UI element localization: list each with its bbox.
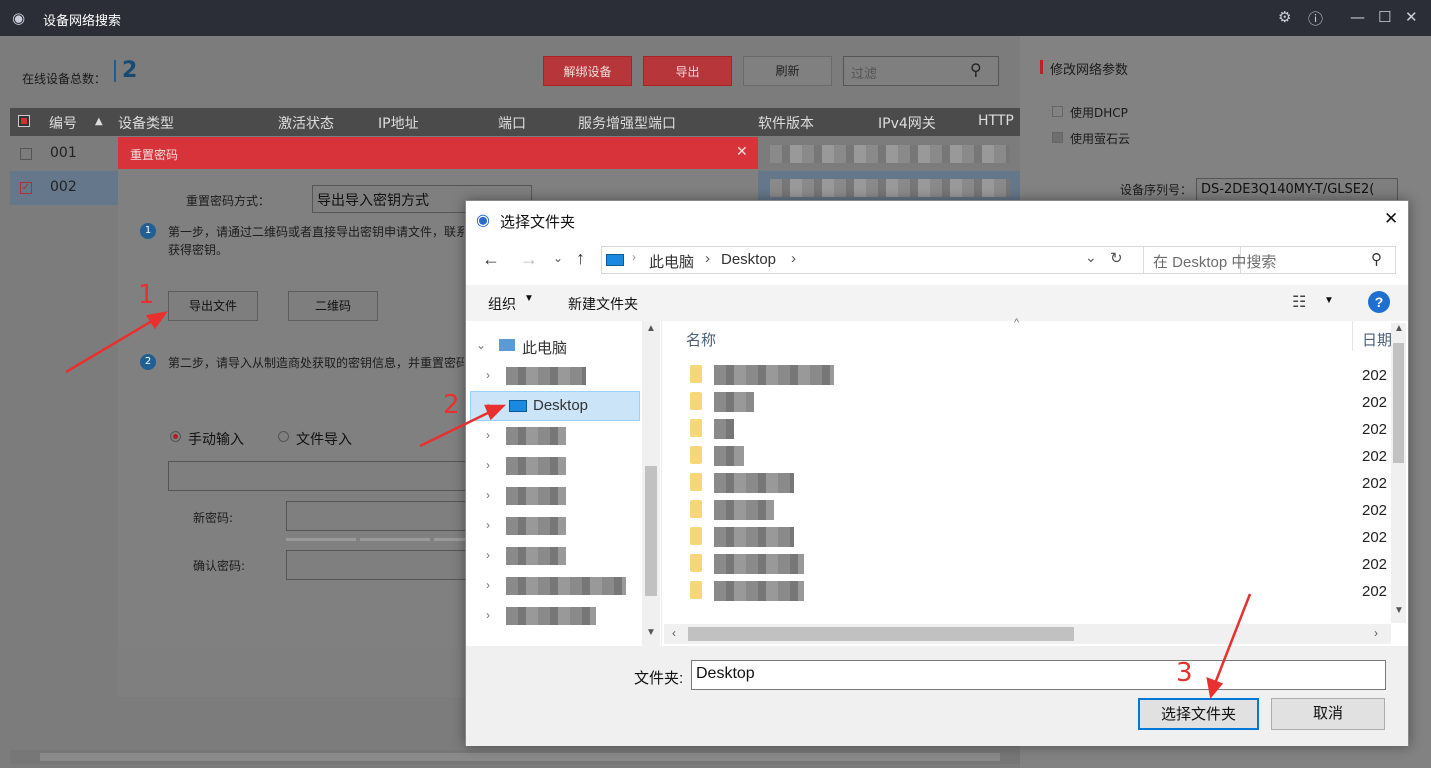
arrow-line <box>1212 593 1252 687</box>
arrow-line <box>419 408 495 448</box>
arrow-head <box>484 404 507 421</box>
annotation-arrows <box>65 311 1252 699</box>
arrow-line <box>65 316 158 374</box>
arrow-head <box>145 311 168 330</box>
arrow-head <box>1206 677 1224 699</box>
